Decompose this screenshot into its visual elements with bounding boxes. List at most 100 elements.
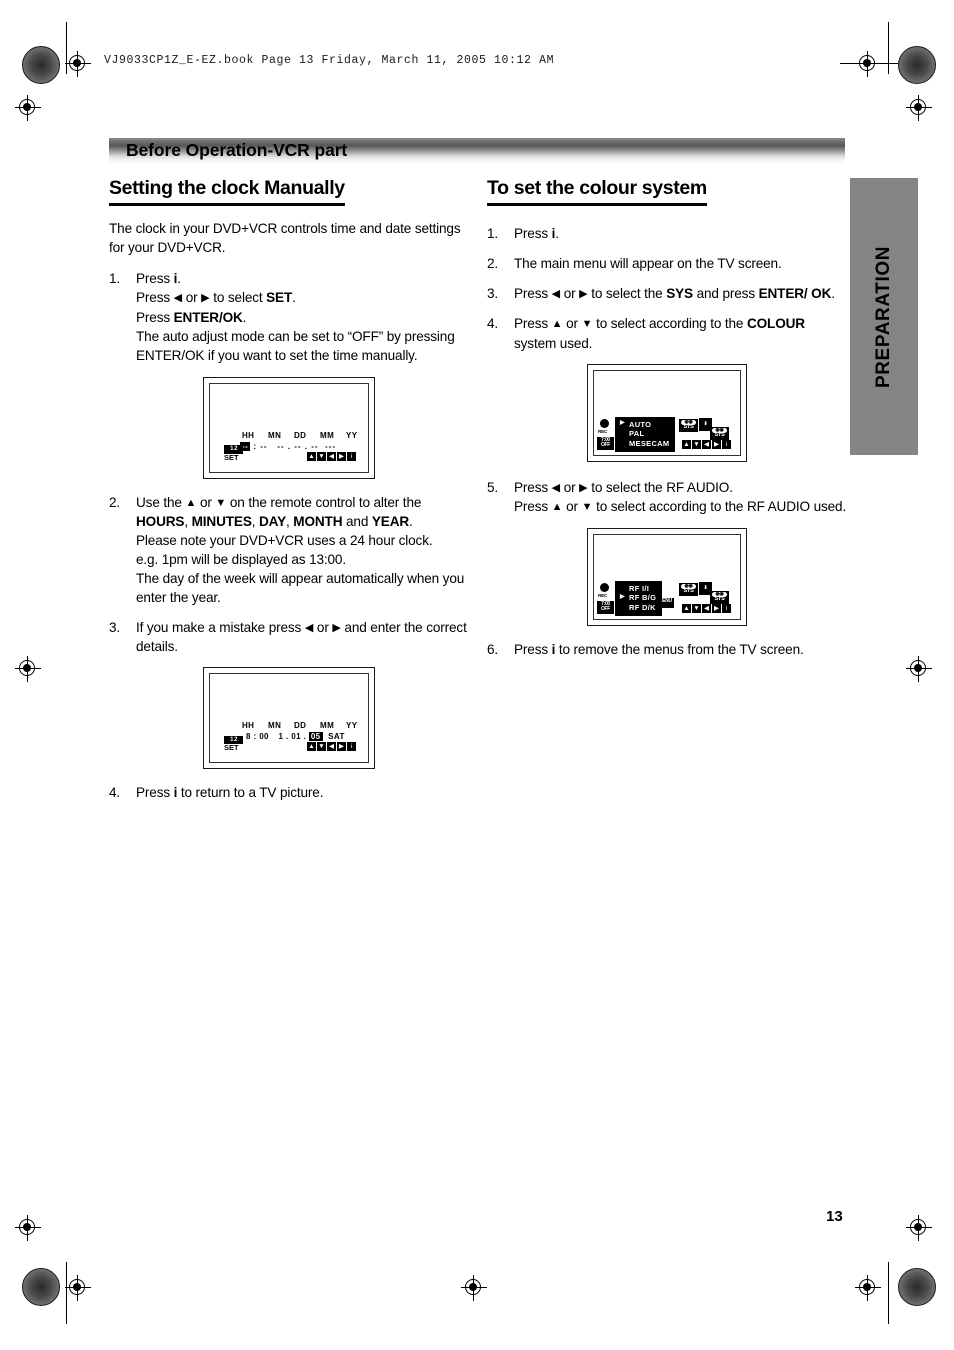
sys-icon-label: SYS <box>683 588 694 595</box>
osd-screen-border: HH MN DD MM YY -- : -- -- . -- . -- --- 1 2 … <box>209 382 369 473</box>
menu-option-auto[interactable]: AUTO <box>620 420 669 430</box>
step-item: 2. The main menu will appear on the TV s… <box>487 254 849 273</box>
registration-target-mid-left <box>15 656 41 682</box>
clock-value-month[interactable]: 01 <box>291 732 301 741</box>
osd-nav-badge: ▲ ▼ ◀ ▶ i <box>307 741 356 751</box>
step-text: Press i to return to a TV picture. <box>136 784 324 800</box>
step-text: Use the ▲ or ▼ on the remote control to … <box>136 494 465 605</box>
clock-values-filled: 8 : 00 1 . 01 . 05 SAT <box>246 731 345 741</box>
registration-target-lower-left <box>15 1215 41 1241</box>
nav-right-icon: ▶ <box>337 451 346 461</box>
step-number: 1. <box>109 271 121 287</box>
step-text: Press ◀ or ▶ to select the SYS and press… <box>514 286 835 302</box>
sys-icon-inline[interactable]: ◉◉ SYS <box>679 418 698 433</box>
crop-mark-top-left-vertical <box>66 22 68 74</box>
sys-icon-corner: ◉◉ SYS <box>710 590 729 605</box>
sys-icon-corner-label: SYS <box>714 596 725 603</box>
step-item: 5. Press ◀ or ▶ to select the RF AUDIO. … <box>487 478 849 516</box>
header-hh: HH <box>242 720 255 730</box>
colour-system-menu[interactable]: AUTO PAL MESECAM <box>615 416 676 453</box>
figure-clock-osd-filled: HH MN DD MM YY 8 : 00 1 . 01 . 05 SAT 1 2 SE… <box>203 666 375 769</box>
step-number: 5. <box>487 479 499 495</box>
page-number: 13 <box>826 1208 843 1225</box>
crop-mark-top-right-vertical <box>888 22 890 74</box>
menu-option-pal[interactable]: PAL <box>620 429 669 439</box>
figure-rf-audio-osd: REC 7:00OFF SP MENU RF I/I RF B/G RF D/K… <box>587 527 747 626</box>
step-number: 3. <box>487 286 499 302</box>
clock-value-day[interactable]: 1 <box>279 732 284 741</box>
step-number: 3. <box>109 619 121 635</box>
step-text: Press i. <box>514 226 559 242</box>
clock-steps-part3: 4. Press i to return to a TV picture. <box>109 783 471 802</box>
menu-option-rf-i[interactable]: RF I/I <box>620 584 656 594</box>
osd-nav-badge: ▲ ▼ ◀ ▶ i <box>682 439 731 449</box>
clock-steps-part2: 2. Use the ▲ or ▼ on the remote control … <box>109 493 471 656</box>
chapter-title: Before Operation-VCR part <box>126 140 348 160</box>
step-item: 3. If you make a mistake press ◀ or ▶ an… <box>109 618 471 656</box>
clock-weekday: SAT <box>328 731 345 741</box>
clock-value-minutes[interactable]: 00 <box>259 732 269 741</box>
osd-screen-border: REC 7:00OFF SP MENU RF I/I RF B/G RF D/K… <box>593 533 741 620</box>
menu-option-rf-dk[interactable]: RF D/K <box>620 603 656 613</box>
menu-option-rf-bg[interactable]: RF B/G <box>620 593 656 603</box>
step-text: If you make a mistake press ◀ or ▶ and e… <box>136 619 467 654</box>
nav-down-icon: ▼ <box>317 451 326 461</box>
colour-steps-part2: 5. Press ◀ or ▶ to select the RF AUDIO. … <box>487 478 849 516</box>
step-item: 4. Press i to return to a TV picture. <box>109 783 471 802</box>
header-dd: DD <box>294 720 307 730</box>
registration-target-bottom-right <box>855 1275 881 1301</box>
timer-off-icon: 7:00 OFF <box>597 600 614 614</box>
registration-circle-top-right <box>898 46 936 84</box>
step-item: 1. Press i. Press ◀ or ▶ to select SET. … <box>109 269 471 364</box>
clock-value-year[interactable]: 05 <box>308 731 323 741</box>
osd-screen-border: REC 7:00OFF SP MENU AUTO PAL MESECAM ◉◉S… <box>593 369 741 456</box>
clock-steps-part1: 1. Press i. Press ◀ or ▶ to select SET. … <box>109 269 471 364</box>
osd-set-badge: 1 2 SET <box>224 445 243 461</box>
step-item: 3. Press ◀ or ▶ to select the SYS and pr… <box>487 284 849 303</box>
step-number: 2. <box>487 256 499 272</box>
header-mn: MN <box>268 720 282 730</box>
rec-dot-icon <box>600 418 609 428</box>
sys-icon-label: SYS <box>683 424 694 431</box>
step-item: 6. Press i to remove the menus from the … <box>487 640 849 659</box>
sys-icon-corner: ◉◉ SYS <box>710 426 729 441</box>
intro-paragraph: The clock in your DVD+VCR controls time … <box>109 221 461 256</box>
osd-nav-badge: ▲ ▼ ◀ ▶ i <box>682 603 731 613</box>
set-label: SET <box>224 452 239 462</box>
step-number: 2. <box>109 494 121 510</box>
nav-up-icon: ▲ <box>307 741 316 751</box>
nav-info-icon: i <box>347 451 356 461</box>
step-text: Press ▲ or ▼ to select according to the … <box>514 316 805 351</box>
nav-down-icon: ▼ <box>317 741 326 751</box>
crop-mark-top-right-horizontal <box>840 63 898 65</box>
nav-left-icon: ◀ <box>702 603 711 613</box>
sys-icon-corner-label: SYS <box>714 432 725 439</box>
nav-info-icon: i <box>347 741 356 751</box>
registration-target-lower-right <box>906 1215 932 1241</box>
header-dd: DD <box>294 430 307 440</box>
step-text: Press i. Press ◀ or ▶ to select SET. Pre… <box>136 271 455 363</box>
rf-audio-menu[interactable]: RF I/I RF B/G RF D/K <box>615 580 663 617</box>
registration-circle-bottom-left <box>22 1268 60 1306</box>
clock-value-hours[interactable]: 8 <box>246 732 251 741</box>
registration-target-upper-left <box>15 95 41 121</box>
nav-left-icon: ◀ <box>327 451 336 461</box>
header-yy: YY <box>346 430 358 440</box>
colour-steps-part1: 1. Press i. 2. The main menu will appear… <box>487 224 849 352</box>
step-number: 4. <box>487 316 499 332</box>
menu-option-mesecam[interactable]: MESECAM <box>620 439 669 449</box>
header-hh: HH <box>242 430 255 440</box>
registration-circle-top-left <box>22 46 60 84</box>
sys-icon-inline[interactable]: ◉◉ SYS <box>679 582 698 597</box>
step-item: 4. Press ▲ or ▼ to select according to t… <box>487 314 849 352</box>
step-text: Press i to remove the menus from the TV … <box>514 641 804 657</box>
figure-clock-osd-empty: HH MN DD MM YY -- : -- -- . -- . -- --- 1 2 … <box>203 376 375 479</box>
registration-target-top-left <box>65 51 91 77</box>
rec-label: REC <box>598 592 608 598</box>
clock-value-rest: : -- -- . -- . -- --- <box>250 441 337 451</box>
header-mn: MN <box>268 430 282 440</box>
registration-target-upper-right <box>906 95 932 121</box>
step-item: 1. Press i. <box>487 224 849 243</box>
osd-nav-badge: ▲ ▼ ◀ ▶ i <box>307 451 356 461</box>
nav-right-icon: ▶ <box>337 741 346 751</box>
